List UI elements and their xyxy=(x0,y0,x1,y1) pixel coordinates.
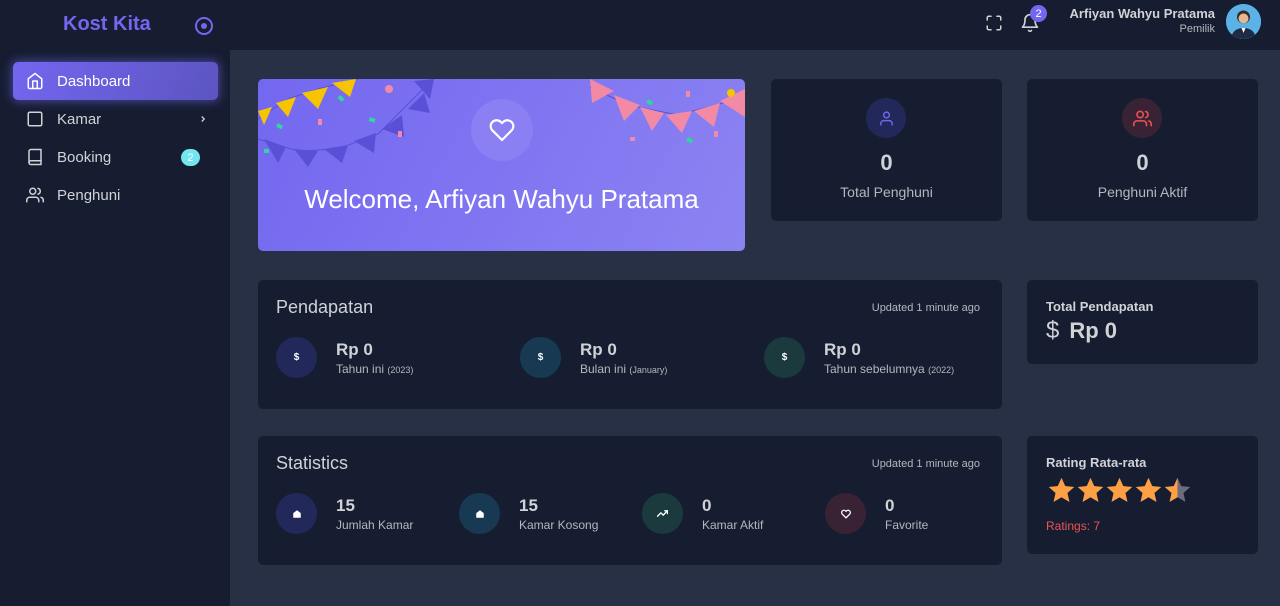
sidebar-toggle-icon[interactable] xyxy=(195,17,213,35)
sidebar-item-booking[interactable]: Booking 2 xyxy=(13,138,218,176)
metric-value: 0 xyxy=(885,495,895,515)
book-icon xyxy=(26,148,44,166)
chevron-right-icon xyxy=(198,112,208,129)
sidebar: Kost Kita Dashboard Kamar Booking 2 Peng… xyxy=(0,0,230,606)
metric-sublabel: (January) xyxy=(629,364,668,375)
metric-value: 15 xyxy=(336,495,355,515)
metric-sublabel: (2023) xyxy=(387,364,414,375)
metric-label: Bulan ini (January) xyxy=(580,362,667,376)
star-rating xyxy=(1047,476,1192,505)
home-icon xyxy=(459,493,500,534)
metric-value: 15 xyxy=(519,495,538,515)
metric-label: Jumlah Kamar xyxy=(336,517,414,532)
metric-label: Favorite xyxy=(885,517,929,532)
dollar-icon: $ xyxy=(276,337,317,378)
metric-label: Kamar Kosong xyxy=(519,517,599,532)
metric-label-text: Tahun sebelumnya xyxy=(824,361,925,376)
sidebar-item-label: Penghuni xyxy=(57,186,121,204)
rating-title: Rating Rata-rata xyxy=(1046,455,1147,470)
metric-label: Tahun ini (2023) xyxy=(336,362,413,376)
pendapatan-bulan-ini: $ Rp 0 Bulan ini (January) xyxy=(520,337,667,378)
heart-icon xyxy=(825,493,866,534)
dollar-icon: $ xyxy=(764,337,805,378)
sidebar-item-label: Dashboard xyxy=(57,72,131,90)
metric-label: Tahun sebelumnya (2022) xyxy=(824,362,954,376)
notification-badge: 2 xyxy=(1030,5,1047,22)
pendapatan-title: Pendapatan xyxy=(276,297,374,317)
ratings-count: Ratings: 7 xyxy=(1046,519,1101,533)
sidebar-item-penghuni[interactable]: Penghuni xyxy=(13,176,218,214)
stat-favorite: 0 Favorite xyxy=(825,493,928,534)
metric-label-text: Bulan ini xyxy=(580,361,627,376)
star-icon xyxy=(1164,477,1191,502)
dollar-icon: $ xyxy=(520,337,561,378)
stat-kamar-kosong: 15 Kamar Kosong xyxy=(459,493,598,534)
trending-up-icon xyxy=(642,493,683,534)
metric-label: Kamar Aktif xyxy=(702,517,764,532)
penghuni-aktif-card: 0 Penghuni Aktif xyxy=(1027,79,1258,221)
fullscreen-icon[interactable] xyxy=(985,14,1003,32)
heart-icon xyxy=(471,99,533,161)
total-pendapatan-title: Total Pendapatan xyxy=(1046,299,1154,314)
pendapatan-card: Pendapatan Updated 1 minute ago $ Rp 0 T… xyxy=(258,280,1002,409)
sidebar-item-label: Kamar xyxy=(57,110,102,128)
pendapatan-tahun-sebelumnya: $ Rp 0 Tahun sebelumnya (2022) xyxy=(764,337,954,378)
stat-jumlah-kamar: 15 Jumlah Kamar xyxy=(276,493,413,534)
metric-label-text: Tahun ini xyxy=(336,361,385,376)
dollar-icon: $ xyxy=(1046,317,1060,344)
pendapatan-tahun-ini: $ Rp 0 Tahun ini (2023) xyxy=(276,337,413,378)
total-pendapatan-card: Total Pendapatan $ Rp 0 xyxy=(1027,280,1258,364)
star-icon xyxy=(1135,477,1162,502)
welcome-card: Welcome, Arfiyan Wahyu Pratama xyxy=(258,79,745,251)
rating-card: Rating Rata-rata Ratings: 7 xyxy=(1027,436,1258,554)
users-icon xyxy=(1122,98,1162,138)
square-icon xyxy=(26,110,44,128)
top-navbar: 2 Arfiyan Wahyu Pratama Pemilik xyxy=(230,0,1280,50)
sidebar-menu: Dashboard Kamar Booking 2 Penghuni xyxy=(13,62,218,214)
booking-count-badge: 2 xyxy=(181,149,200,166)
pendapatan-updated: Updated 1 minute ago xyxy=(871,302,980,314)
metric-sublabel: (2022) xyxy=(928,364,955,375)
user-icon xyxy=(866,98,906,138)
penghuni-aktif-value: 0 xyxy=(1136,150,1149,175)
metric-value: 0 xyxy=(702,495,712,515)
total-penghuni-card: 0 Total Penghuni xyxy=(771,79,1002,221)
metric-value: Rp 0 xyxy=(580,339,617,359)
sidebar-item-label: Booking xyxy=(57,148,112,166)
star-icon xyxy=(1048,477,1075,502)
sidebar-item-kamar[interactable]: Kamar xyxy=(13,100,218,138)
statistics-title: Statistics xyxy=(276,453,349,473)
users-icon xyxy=(26,186,44,204)
home-icon xyxy=(26,72,44,90)
user-role: Pemilik xyxy=(1179,23,1215,35)
total-penghuni-value: 0 xyxy=(880,150,893,175)
welcome-message: Welcome, Arfiyan Wahyu Pratama xyxy=(304,184,699,214)
total-pendapatan-value: $ Rp 0 xyxy=(1046,317,1117,345)
total-penghuni-label: Total Penghuni xyxy=(840,184,933,200)
stat-kamar-aktif: 0 Kamar Aktif xyxy=(642,493,763,534)
statistics-updated: Updated 1 minute ago xyxy=(871,458,980,470)
star-icon xyxy=(1077,477,1104,502)
star-icon xyxy=(1106,477,1133,502)
avatar[interactable] xyxy=(1226,4,1261,39)
user-name[interactable]: Arfiyan Wahyu Pratama xyxy=(1070,6,1215,21)
total-pendapatan-amount: Rp 0 xyxy=(1069,318,1118,343)
statistics-card: Statistics Updated 1 minute ago 15 Jumla… xyxy=(258,436,1002,565)
home-icon xyxy=(276,493,317,534)
sidebar-item-dashboard[interactable]: Dashboard xyxy=(13,62,218,100)
brand-logo[interactable]: Kost Kita xyxy=(63,13,151,36)
metric-value: Rp 0 xyxy=(824,339,861,359)
metric-value: Rp 0 xyxy=(336,339,373,359)
penghuni-aktif-label: Penghuni Aktif xyxy=(1097,184,1188,200)
